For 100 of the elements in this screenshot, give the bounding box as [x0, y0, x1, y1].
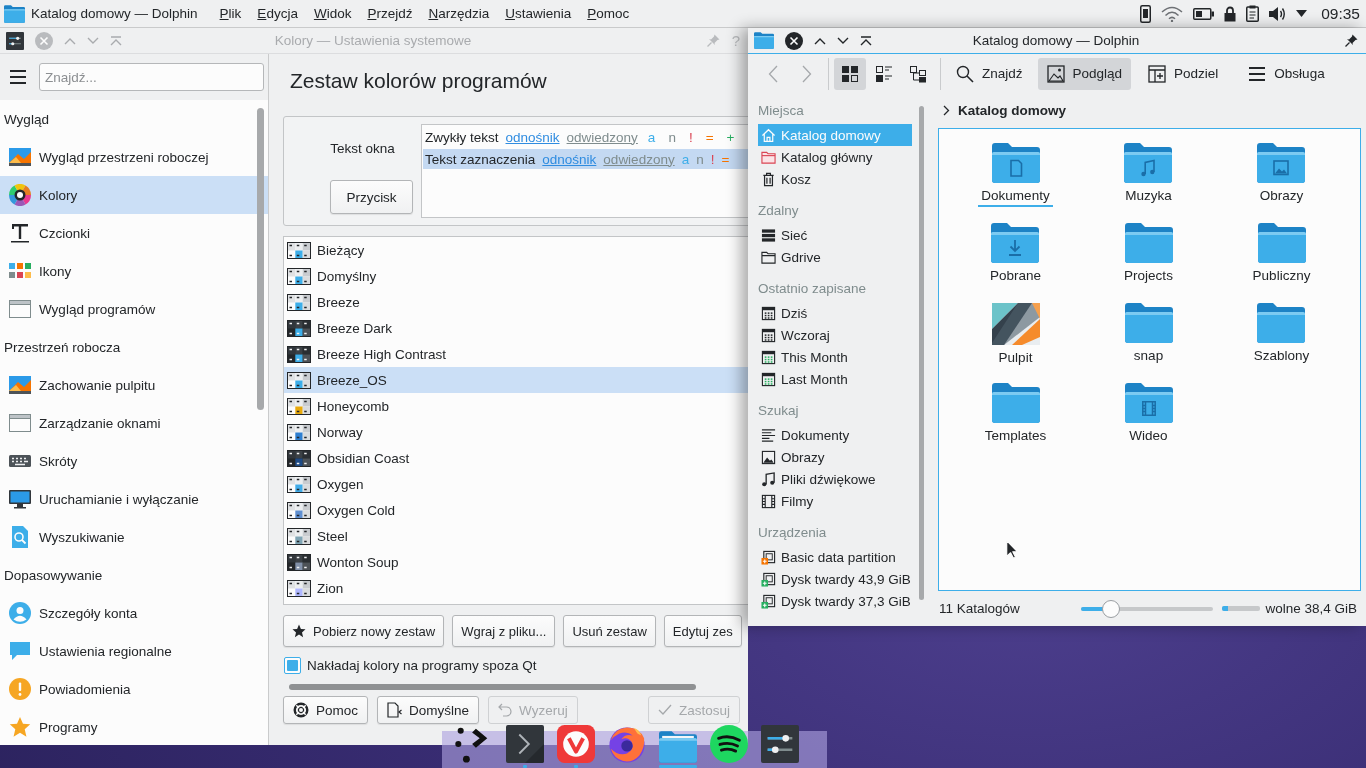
scheme-button[interactable]: Pobierz nowy zestaw: [283, 615, 445, 647]
menu-item[interactable]: Przejdź: [367, 6, 413, 21]
places-item[interactable]: Dysk twardy 43,9 GiB: [758, 568, 912, 590]
places-item[interactable]: Sieć: [758, 224, 912, 246]
places-item[interactable]: Filmy: [758, 490, 912, 512]
menu-item[interactable]: Narzędzia: [428, 6, 490, 21]
menu-item[interactable]: Widok: [313, 6, 352, 21]
folder-item[interactable]: Obrazy: [1256, 143, 1307, 207]
scheme-item[interactable]: Oxygen Cold: [284, 497, 748, 523]
scrollbar-thumb[interactable]: [257, 108, 264, 410]
caret-icon[interactable]: [1296, 10, 1308, 17]
sidebar-item[interactable]: Uruchamianie i wyłączanie: [0, 480, 268, 518]
scheme-button[interactable]: Wgraj z pliku...: [452, 615, 556, 647]
folder-item[interactable]: Pobrane: [986, 223, 1044, 287]
sidebar-item[interactable]: Wyszukiwanie: [0, 518, 268, 556]
folder-item[interactable]: Pulpit: [991, 303, 1040, 369]
menu-item[interactable]: Ustawienia: [505, 6, 572, 21]
sidebar-item[interactable]: Szczegóły konta: [0, 594, 268, 632]
scrollbar-thumb[interactable]: [919, 106, 924, 600]
places-item[interactable]: Kosz: [758, 168, 912, 190]
folder-item[interactable]: snap: [1124, 303, 1173, 367]
places-item[interactable]: Katalog główny: [758, 146, 912, 168]
checkbox[interactable]: [284, 656, 301, 674]
sidebar-item[interactable]: Ikony: [0, 252, 268, 290]
menu-item[interactable]: Plik: [219, 6, 242, 21]
checkbox-label[interactable]: Nakładaj kolory na programy spoza Qt: [307, 657, 537, 673]
scheme-item[interactable]: Norway: [284, 419, 748, 445]
places-item[interactable]: Obrazy: [758, 446, 912, 468]
horizontal-scrollbar[interactable]: [289, 684, 696, 690]
sidebar-item[interactable]: Ustawienia regionalne: [0, 632, 268, 670]
scheme-item[interactable]: Breeze: [284, 289, 748, 315]
scheme-item[interactable]: Bieżący: [284, 237, 748, 263]
lock-icon[interactable]: [1224, 5, 1237, 22]
sidebar-item[interactable]: Zarządzanie oknami: [0, 404, 268, 442]
phone-icon[interactable]: [1140, 4, 1152, 23]
scheme-item[interactable]: Honeycomb: [284, 393, 748, 419]
menu-item[interactable]: Pomoc: [587, 6, 630, 21]
folder-icon[interactable]: [754, 32, 774, 49]
scheme-item[interactable]: Breeze High Contrast: [284, 341, 748, 367]
scheme-item[interactable]: Breeze Dark: [284, 315, 748, 341]
sidebar-item[interactable]: Czcionki: [0, 214, 268, 252]
scheme-item[interactable]: Oxygen: [284, 471, 748, 497]
menu-item[interactable]: Edycja: [257, 6, 298, 21]
folder-icon[interactable]: [4, 4, 25, 23]
breadcrumb[interactable]: Katalog domowy: [958, 103, 1066, 118]
sidebar-item[interactable]: Programy: [0, 708, 268, 745]
folder-item[interactable]: Szablony: [1250, 303, 1313, 367]
keep-above-icon[interactable]: [860, 35, 872, 46]
search-field[interactable]: Znajdź...: [39, 63, 264, 91]
zoom-slider[interactable]: [1081, 599, 1214, 618]
chevron-up-icon[interactable]: [814, 36, 826, 45]
clock[interactable]: 09:35: [1321, 4, 1360, 23]
clipboard-icon[interactable]: [1246, 5, 1260, 22]
folder-item[interactable]: Dokumenty: [978, 143, 1053, 207]
places-item[interactable]: Gdrive: [758, 246, 912, 268]
pin-icon[interactable]: [1345, 34, 1358, 47]
footer-button[interactable]: Domyślne: [377, 696, 480, 724]
sidebar-item[interactable]: Wygląd programów: [0, 290, 268, 328]
places-item[interactable]: Dysk twardy 37,3 GiB: [758, 590, 912, 612]
dock-launcher[interactable]: [506, 725, 544, 768]
scheme-button[interactable]: Edytuj zes: [663, 615, 742, 647]
scheme-item[interactable]: Domyślny: [284, 263, 748, 289]
places-item[interactable]: Dziś: [758, 302, 912, 324]
folder-item[interactable]: Publiczny: [1249, 223, 1314, 287]
scheme-item[interactable]: Wonton Soup: [284, 549, 748, 575]
volume-icon[interactable]: [1269, 5, 1287, 22]
sidebar-item[interactable]: Zachowanie pulpitu: [0, 366, 268, 404]
close-icon[interactable]: [785, 31, 803, 50]
toolbar-button[interactable]: Podziel: [1139, 57, 1228, 90]
places-item[interactable]: Basic data partition: [758, 546, 912, 568]
toolbar-button[interactable]: Znajdź: [947, 57, 1032, 90]
scheme-item[interactable]: Steel: [284, 523, 748, 549]
preview-button[interactable]: Przycisk: [330, 180, 413, 214]
folder-item[interactable]: Templates: [981, 383, 1050, 447]
places-item[interactable]: Dokumenty: [758, 424, 912, 446]
sidebar-item[interactable]: Wygląd przestrzeni roboczej: [0, 138, 268, 176]
folder-item[interactable]: Wideo: [1124, 383, 1173, 447]
scheme-item[interactable]: Breeze_OS: [284, 367, 748, 393]
battery-icon[interactable]: [1193, 7, 1215, 20]
places-item[interactable]: This Month: [758, 346, 912, 368]
wifi-icon[interactable]: [1161, 5, 1184, 22]
places-item[interactable]: Last Month: [758, 368, 912, 390]
sidebar-item[interactable]: Skróty: [0, 442, 268, 480]
scheme-item[interactable]: Zion: [284, 575, 748, 601]
scheme-item[interactable]: Obsidian Coast: [284, 445, 748, 471]
folder-item[interactable]: Muzyka: [1122, 143, 1175, 207]
places-item[interactable]: Wczoraj: [758, 324, 912, 346]
folder-item[interactable]: Projects: [1121, 223, 1176, 287]
slider-handle[interactable]: [1101, 599, 1120, 618]
scheme-button[interactable]: Usuń zestaw: [563, 615, 656, 647]
menu-icon[interactable]: [10, 70, 26, 84]
chevron-down-icon[interactable]: [837, 36, 849, 45]
view-mode-button[interactable]: [834, 57, 866, 90]
toolbar-button[interactable]: Obsługa: [1239, 57, 1334, 90]
chevron-right-icon[interactable]: [943, 105, 950, 116]
toolbar-button[interactable]: Podgląd: [1037, 57, 1132, 90]
sliders-icon[interactable]: [6, 31, 24, 50]
sidebar-item[interactable]: Kolory: [0, 176, 268, 214]
footer-button[interactable]: Pomoc: [283, 696, 369, 724]
places-item[interactable]: Pliki dźwiękowe: [758, 468, 912, 490]
